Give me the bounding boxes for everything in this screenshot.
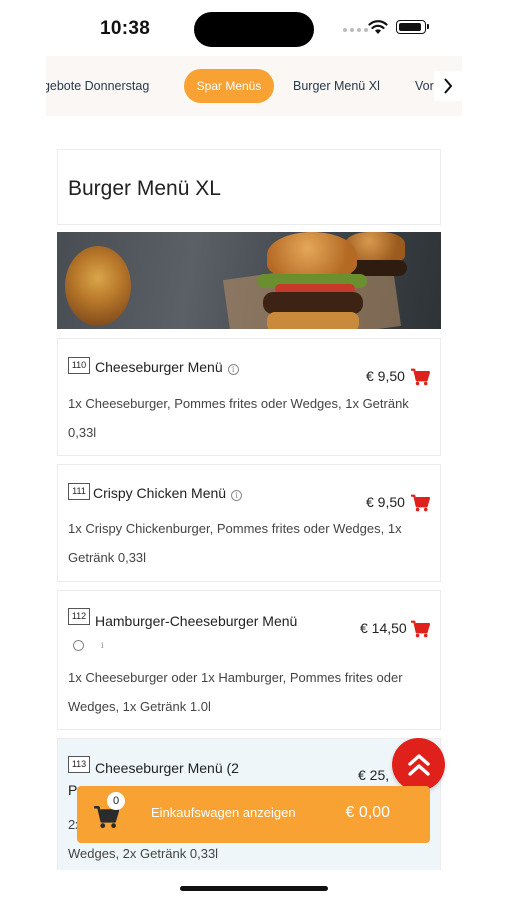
battery-icon bbox=[396, 20, 429, 34]
cart-total: € 0,00 bbox=[345, 804, 390, 821]
chevron-right-icon[interactable] bbox=[434, 71, 462, 101]
info-icon[interactable]: i bbox=[227, 364, 239, 375]
scroll-to-top-button[interactable] bbox=[392, 738, 445, 791]
category-tab-burger-menu-xl[interactable]: Burger Menü Xl bbox=[293, 69, 380, 103]
item-price: € 9,50 bbox=[366, 494, 405, 510]
item-price: € 14,50 bbox=[360, 620, 407, 636]
item-name[interactable]: Cheeseburger Menü i bbox=[95, 356, 239, 378]
add-to-cart-icon[interactable] bbox=[410, 368, 430, 386]
item-name-continued: P bbox=[68, 782, 78, 798]
item-price: € 25, bbox=[358, 767, 390, 783]
dynamic-island bbox=[194, 12, 314, 47]
item-number: 113 bbox=[68, 756, 90, 773]
item-name[interactable]: Cheeseburger Menü (2 bbox=[95, 757, 239, 779]
cart-label: Einkaufswagen anzeigen bbox=[151, 805, 296, 820]
category-tab-spar-menus-active[interactable]: Spar Menüs bbox=[184, 69, 274, 103]
add-to-cart-icon[interactable] bbox=[410, 620, 430, 638]
status-bar: 10:38 bbox=[0, 0, 507, 56]
item-description-continued: Wedges, 2x Getränk 0,33l bbox=[68, 846, 219, 861]
item-name[interactable]: Crispy Chicken Menü i bbox=[93, 482, 243, 504]
menu-item[interactable]: 112 Hamburger-Cheeseburger Menüi € 14,50… bbox=[57, 590, 441, 730]
menu-item[interactable]: 110 Cheeseburger Menü i € 9,50 1x Cheeseb… bbox=[57, 338, 441, 456]
home-indicator[interactable] bbox=[180, 886, 328, 891]
add-to-cart-icon[interactable] bbox=[410, 494, 430, 512]
status-time: 10:38 bbox=[100, 18, 151, 39]
info-icon[interactable]: i bbox=[231, 490, 243, 501]
item-description: 1x Crispy Chickenburger, Pommes frites o… bbox=[68, 521, 402, 565]
menu-item[interactable]: 111 Crispy Chicken Menü i € 9,50 1x Crisp… bbox=[57, 464, 441, 582]
item-description: 1x Cheeseburger, Pommes frites oder Wedg… bbox=[68, 396, 409, 440]
item-number: 110 bbox=[68, 357, 90, 374]
category-tab-angebote[interactable]: ngebote Donnerstag bbox=[46, 69, 149, 103]
wifi-icon bbox=[368, 20, 388, 34]
category-banner-image bbox=[57, 232, 441, 329]
item-name[interactable]: Hamburger-Cheeseburger Menüi bbox=[68, 610, 298, 654]
double-chevron-up-icon bbox=[407, 753, 430, 776]
signal-icon bbox=[343, 28, 368, 32]
cart-count-badge: 0 bbox=[107, 792, 125, 810]
info-icon[interactable]: i bbox=[73, 640, 104, 651]
item-description: 1x Cheeseburger oder 1x Hamburger, Pomme… bbox=[68, 670, 403, 714]
burger-graphic bbox=[267, 232, 357, 278]
view-cart-button[interactable]: 0 Einkaufswagen anzeigen € 0,00 bbox=[77, 786, 430, 843]
section-title: Burger Menü XL bbox=[68, 177, 221, 200]
category-tabs: ngebote Donnerstag Spar Menüs Burger Men… bbox=[46, 56, 462, 116]
section-header: Burger Menü XL bbox=[57, 149, 441, 225]
item-number: 111 bbox=[68, 483, 90, 500]
fries-plate-graphic bbox=[65, 246, 131, 326]
item-price: € 9,50 bbox=[366, 368, 405, 384]
